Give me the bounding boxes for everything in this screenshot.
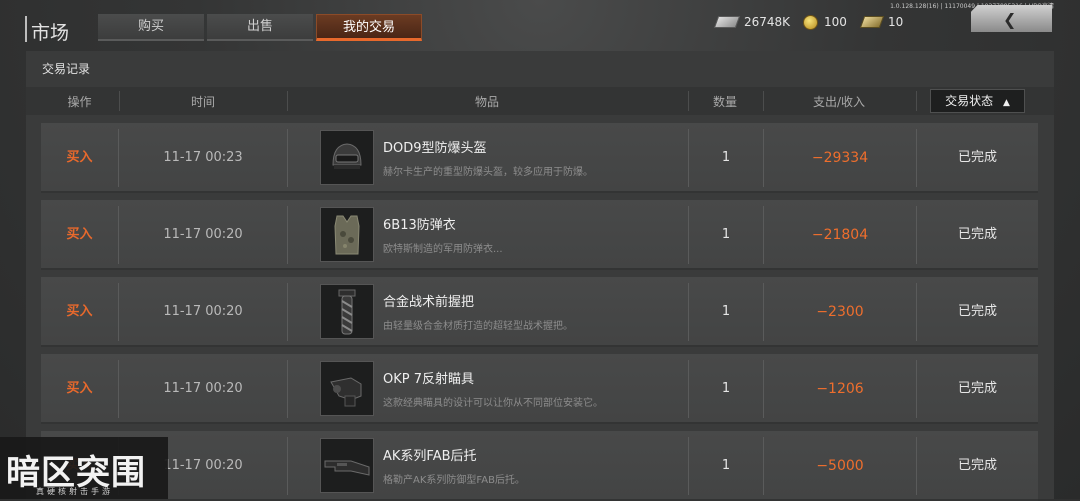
row-amount: −5000 xyxy=(816,458,864,474)
game-logo-watermark: 暗区突围 真硬核射击手游 xyxy=(0,437,168,499)
top-bar: 市场 购买 出售 我的交易 26748K 100 10 ❮ xyxy=(0,0,1080,46)
col-amount: 支出/收入 xyxy=(812,95,866,109)
bond-icon xyxy=(859,16,885,28)
item-name: AK系列FAB后托 xyxy=(383,449,477,464)
title-accent-bar xyxy=(25,16,27,42)
tab-buy[interactable]: 购买 xyxy=(98,14,204,41)
item-name: 6B13防弹衣 xyxy=(383,218,456,233)
coin-value: 100 xyxy=(824,15,847,29)
item-desc: 赫尔卡生产的重型防爆头盔，较多应用于防爆。 xyxy=(383,167,593,178)
back-button[interactable]: ❮ xyxy=(971,5,1052,32)
table-header: 操作 时间 物品 数量 支出/收入 交易状态 ▲ xyxy=(26,87,1054,115)
col-op: 操作 xyxy=(67,95,92,109)
row-divider xyxy=(287,437,288,495)
item-desc: 这款经典瞄具的设计可以让你从不同部位安装它。 xyxy=(383,398,603,409)
status-sort-button[interactable]: 交易状态 ▲ xyxy=(930,89,1025,113)
cash-icon xyxy=(713,16,741,28)
row-qty: 1 xyxy=(721,381,731,396)
item-name: DOD9型防爆头盔 xyxy=(383,141,487,156)
header-divider xyxy=(916,91,917,111)
grip-icon xyxy=(320,284,374,339)
row-amount: −29334 xyxy=(811,150,869,166)
row-time: 11-17 00:23 xyxy=(163,150,243,165)
row-divider xyxy=(287,283,288,341)
row-divider xyxy=(287,360,288,418)
row-qty: 1 xyxy=(721,304,731,319)
table-row[interactable]: 买入 11-17 00:20 AK系列FAB后托 格勒产AK系列防御型FAB后托… xyxy=(41,431,1038,501)
row-status: 已完成 xyxy=(957,304,997,319)
table-row[interactable]: 买入 11-17 00:20 合金战术前握把 由轻量级合金材质打造的超轻型战术握… xyxy=(41,277,1038,347)
tab-sell[interactable]: 出售 xyxy=(207,14,313,41)
row-status: 已完成 xyxy=(957,227,997,242)
col-item: 物品 xyxy=(474,95,499,109)
stock-icon xyxy=(320,438,374,493)
row-status: 已完成 xyxy=(957,458,997,473)
row-op: 买入 xyxy=(66,227,93,242)
item-name: 合金战术前握把 xyxy=(383,295,475,310)
cash-value: 26748K xyxy=(744,15,791,29)
panel-title: 交易记录 xyxy=(42,62,91,76)
helmet-icon xyxy=(320,130,374,185)
row-amount: −2300 xyxy=(816,304,864,320)
row-op: 买入 xyxy=(66,304,93,319)
logo-tagline: 真硬核射击手游 xyxy=(36,487,113,496)
back-arrow-icon: ❮ xyxy=(1003,10,1017,29)
row-divider xyxy=(287,129,288,187)
row-time: 11-17 00:20 xyxy=(163,304,243,319)
row-status: 已完成 xyxy=(957,150,997,165)
currency-cash: 26748K xyxy=(713,12,791,32)
vest-icon xyxy=(320,207,374,262)
chevron-up-icon: ▲ xyxy=(1002,98,1010,108)
row-op: 买入 xyxy=(66,381,93,396)
row-status: 已完成 xyxy=(957,381,997,396)
bond-value: 10 xyxy=(888,15,904,29)
row-amount: −1206 xyxy=(816,381,864,397)
table-row[interactable]: 买入 11-17 00:20 OKP 7反射瞄具 这款经典瞄具的设计可以让你从不… xyxy=(41,354,1038,424)
row-amount: −21804 xyxy=(811,227,869,243)
row-qty: 1 xyxy=(721,227,731,242)
row-time: 11-17 00:20 xyxy=(163,381,243,396)
table-row[interactable]: 买入 11-17 00:23 DOD9型防爆头盔 赫尔卡生产的重型防爆头盔，较多… xyxy=(41,123,1038,193)
col-qty: 数量 xyxy=(712,95,737,109)
item-name: OKP 7反射瞄具 xyxy=(383,372,475,387)
row-op: 买入 xyxy=(66,150,93,165)
row-time: 11-17 00:20 xyxy=(163,227,243,242)
currency-bond: 10 xyxy=(859,12,904,32)
row-qty: 1 xyxy=(721,150,731,165)
page-title: 市场 xyxy=(31,22,70,44)
row-divider xyxy=(287,206,288,264)
item-desc: 由轻量级合金材质打造的超轻型战术握把。 xyxy=(383,321,573,332)
scope-icon xyxy=(320,361,374,416)
tab-my-trades[interactable]: 我的交易 xyxy=(316,14,422,41)
table-row[interactable]: 买入 11-17 00:20 6B13防弹衣 欧特斯制造的军用防弹衣... 1 … xyxy=(41,200,1038,270)
col-time: 时间 xyxy=(190,95,215,109)
row-qty: 1 xyxy=(721,458,731,473)
item-desc: 欧特斯制造的军用防弹衣... xyxy=(383,244,503,255)
item-desc: 格勒产AK系列防御型FAB后托。 xyxy=(383,475,525,486)
status-sort-label: 交易状态 xyxy=(945,94,994,108)
currency-coin: 100 xyxy=(803,12,847,32)
coin-icon xyxy=(803,14,818,30)
